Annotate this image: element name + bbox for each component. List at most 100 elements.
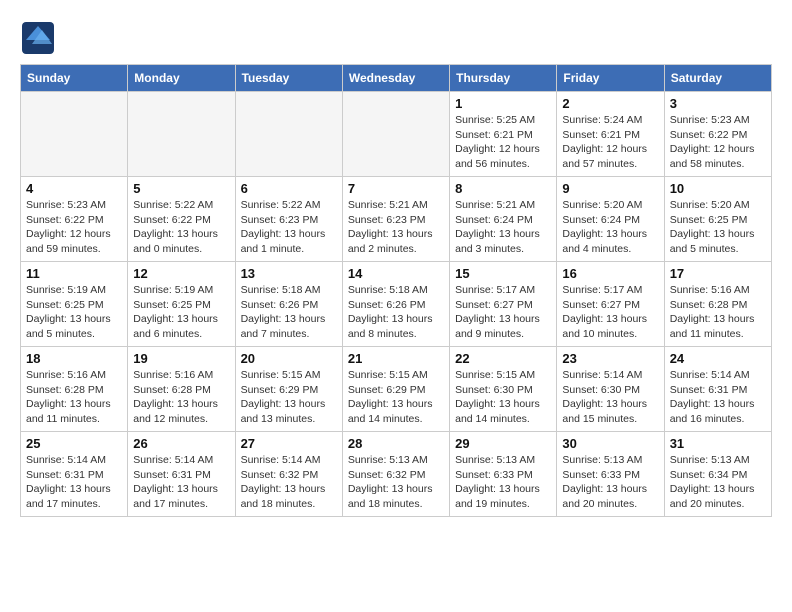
logo-icon bbox=[20, 20, 56, 56]
day-info: Sunrise: 5:17 AM Sunset: 6:27 PM Dayligh… bbox=[562, 283, 658, 342]
day-number: 7 bbox=[348, 181, 444, 196]
day-number: 25 bbox=[26, 436, 122, 451]
day-info: Sunrise: 5:16 AM Sunset: 6:28 PM Dayligh… bbox=[133, 368, 229, 427]
calendar-cell: 5 Sunrise: 5:22 AM Sunset: 6:22 PM Daylig… bbox=[128, 177, 235, 262]
day-number: 3 bbox=[670, 96, 766, 111]
calendar-cell: 14 Sunrise: 5:18 AM Sunset: 6:26 PM Dayli… bbox=[342, 262, 449, 347]
day-info: Sunrise: 5:25 AM Sunset: 6:21 PM Dayligh… bbox=[455, 113, 551, 172]
day-info: Sunrise: 5:14 AM Sunset: 6:30 PM Dayligh… bbox=[562, 368, 658, 427]
calendar-week-2: 11 Sunrise: 5:19 AM Sunset: 6:25 PM Dayli… bbox=[21, 262, 772, 347]
calendar-cell: 26 Sunrise: 5:14 AM Sunset: 6:31 PM Dayli… bbox=[128, 432, 235, 517]
calendar-week-3: 18 Sunrise: 5:16 AM Sunset: 6:28 PM Dayli… bbox=[21, 347, 772, 432]
day-number: 20 bbox=[241, 351, 337, 366]
calendar-cell: 7Sunrise: 5:21 AM Sunset: 6:23 PM Daylig… bbox=[342, 177, 449, 262]
day-number: 27 bbox=[241, 436, 337, 451]
calendar-week-0: 1 Sunrise: 5:25 AM Sunset: 6:21 PM Daylig… bbox=[21, 92, 772, 177]
calendar-week-1: 4Sunrise: 5:23 AM Sunset: 6:22 PM Daylig… bbox=[21, 177, 772, 262]
calendar-cell: 6Sunrise: 5:22 AM Sunset: 6:23 PM Daylig… bbox=[235, 177, 342, 262]
day-info: Sunrise: 5:14 AM Sunset: 6:31 PM Dayligh… bbox=[670, 368, 766, 427]
calendar-body: 1 Sunrise: 5:25 AM Sunset: 6:21 PM Daylig… bbox=[21, 92, 772, 517]
header-day-friday: Friday bbox=[557, 65, 664, 92]
day-number: 24 bbox=[670, 351, 766, 366]
calendar-cell: 18 Sunrise: 5:16 AM Sunset: 6:28 PM Dayli… bbox=[21, 347, 128, 432]
day-info: Sunrise: 5:15 AM Sunset: 6:29 PM Dayligh… bbox=[348, 368, 444, 427]
header-day-monday: Monday bbox=[128, 65, 235, 92]
day-number: 29 bbox=[455, 436, 551, 451]
day-number: 19 bbox=[133, 351, 229, 366]
day-info: Sunrise: 5:24 AM Sunset: 6:21 PM Dayligh… bbox=[562, 113, 658, 172]
day-info: Sunrise: 5:23 AM Sunset: 6:22 PM Dayligh… bbox=[670, 113, 766, 172]
calendar-cell: 1 Sunrise: 5:25 AM Sunset: 6:21 PM Daylig… bbox=[450, 92, 557, 177]
day-number: 31 bbox=[670, 436, 766, 451]
logo bbox=[20, 20, 60, 56]
calendar-cell: 21 Sunrise: 5:15 AM Sunset: 6:29 PM Dayli… bbox=[342, 347, 449, 432]
day-info: Sunrise: 5:23 AM Sunset: 6:22 PM Dayligh… bbox=[26, 198, 122, 257]
day-number: 16 bbox=[562, 266, 658, 281]
calendar-cell: 25Sunrise: 5:14 AM Sunset: 6:31 PM Dayli… bbox=[21, 432, 128, 517]
calendar-cell: 3 Sunrise: 5:23 AM Sunset: 6:22 PM Daylig… bbox=[664, 92, 771, 177]
calendar-cell: 29Sunrise: 5:13 AM Sunset: 6:33 PM Dayli… bbox=[450, 432, 557, 517]
header-row: SundayMondayTuesdayWednesdayThursdayFrid… bbox=[21, 65, 772, 92]
day-number: 15 bbox=[455, 266, 551, 281]
day-number: 17 bbox=[670, 266, 766, 281]
calendar-header: SundayMondayTuesdayWednesdayThursdayFrid… bbox=[21, 65, 772, 92]
header-day-saturday: Saturday bbox=[664, 65, 771, 92]
calendar-cell: 16 Sunrise: 5:17 AM Sunset: 6:27 PM Dayli… bbox=[557, 262, 664, 347]
day-number: 8 bbox=[455, 181, 551, 196]
day-number: 23 bbox=[562, 351, 658, 366]
day-number: 10 bbox=[670, 181, 766, 196]
day-number: 26 bbox=[133, 436, 229, 451]
day-info: Sunrise: 5:14 AM Sunset: 6:32 PM Dayligh… bbox=[241, 453, 337, 512]
calendar-cell bbox=[235, 92, 342, 177]
calendar-cell: 2 Sunrise: 5:24 AM Sunset: 6:21 PM Daylig… bbox=[557, 92, 664, 177]
day-info: Sunrise: 5:16 AM Sunset: 6:28 PM Dayligh… bbox=[26, 368, 122, 427]
day-info: Sunrise: 5:18 AM Sunset: 6:26 PM Dayligh… bbox=[348, 283, 444, 342]
header-day-tuesday: Tuesday bbox=[235, 65, 342, 92]
day-number: 11 bbox=[26, 266, 122, 281]
header-day-wednesday: Wednesday bbox=[342, 65, 449, 92]
day-info: Sunrise: 5:20 AM Sunset: 6:25 PM Dayligh… bbox=[670, 198, 766, 257]
day-info: Sunrise: 5:19 AM Sunset: 6:25 PM Dayligh… bbox=[26, 283, 122, 342]
day-info: Sunrise: 5:13 AM Sunset: 6:32 PM Dayligh… bbox=[348, 453, 444, 512]
day-info: Sunrise: 5:21 AM Sunset: 6:24 PM Dayligh… bbox=[455, 198, 551, 257]
calendar-cell: 17 Sunrise: 5:16 AM Sunset: 6:28 PM Dayli… bbox=[664, 262, 771, 347]
day-info: Sunrise: 5:13 AM Sunset: 6:33 PM Dayligh… bbox=[562, 453, 658, 512]
day-info: Sunrise: 5:15 AM Sunset: 6:30 PM Dayligh… bbox=[455, 368, 551, 427]
calendar-week-4: 25 Sunrise: 5:14 AM Sunset: 6:31 PM Dayli… bbox=[21, 432, 772, 517]
calendar-cell: 24 Sunrise: 5:14 AM Sunset: 6:31 PM Dayli… bbox=[664, 347, 771, 432]
calendar-cell bbox=[21, 92, 128, 177]
calendar-cell: 19 Sunrise: 5:16 AM Sunset: 6:28 PM Dayli… bbox=[128, 347, 235, 432]
calendar-cell: 31 Sunrise: 5:13 AM Sunset: 6:34 PM Dayli… bbox=[664, 432, 771, 517]
calendar-cell bbox=[342, 92, 449, 177]
calendar-cell: 15 Sunrise: 5:17 AM Sunset: 6:27 PM Dayli… bbox=[450, 262, 557, 347]
day-info: Sunrise: 5:17 AM Sunset: 6:27 PM Dayligh… bbox=[455, 283, 551, 342]
day-info: Sunrise: 5:18 AM Sunset: 6:26 PM Dayligh… bbox=[241, 283, 337, 342]
day-number: 12 bbox=[133, 266, 229, 281]
calendar-cell: 27 Sunrise: 5:14 AM Sunset: 6:32 PM Dayli… bbox=[235, 432, 342, 517]
day-info: Sunrise: 5:14 AM Sunset: 6:31 PM Dayligh… bbox=[133, 453, 229, 512]
day-info: Sunrise: 5:20 AM Sunset: 6:24 PM Dayligh… bbox=[562, 198, 658, 257]
day-info: Sunrise: 5:16 AM Sunset: 6:28 PM Dayligh… bbox=[670, 283, 766, 342]
calendar-cell: 13Sunrise: 5:18 AM Sunset: 6:26 PM Dayli… bbox=[235, 262, 342, 347]
calendar-table: SundayMondayTuesdayWednesdayThursdayFrid… bbox=[20, 64, 772, 517]
calendar-cell: 9 Sunrise: 5:20 AM Sunset: 6:24 PM Daylig… bbox=[557, 177, 664, 262]
calendar-cell: 4Sunrise: 5:23 AM Sunset: 6:22 PM Daylig… bbox=[21, 177, 128, 262]
calendar-cell: 28 Sunrise: 5:13 AM Sunset: 6:32 PM Dayli… bbox=[342, 432, 449, 517]
calendar-cell: 22Sunrise: 5:15 AM Sunset: 6:30 PM Dayli… bbox=[450, 347, 557, 432]
day-number: 5 bbox=[133, 181, 229, 196]
day-number: 9 bbox=[562, 181, 658, 196]
day-number: 1 bbox=[455, 96, 551, 111]
day-info: Sunrise: 5:13 AM Sunset: 6:34 PM Dayligh… bbox=[670, 453, 766, 512]
day-info: Sunrise: 5:22 AM Sunset: 6:22 PM Dayligh… bbox=[133, 198, 229, 257]
day-number: 30 bbox=[562, 436, 658, 451]
day-number: 21 bbox=[348, 351, 444, 366]
calendar-cell: 30 Sunrise: 5:13 AM Sunset: 6:33 PM Dayli… bbox=[557, 432, 664, 517]
day-number: 2 bbox=[562, 96, 658, 111]
calendar-cell: 8 Sunrise: 5:21 AM Sunset: 6:24 PM Daylig… bbox=[450, 177, 557, 262]
day-number: 28 bbox=[348, 436, 444, 451]
calendar-cell bbox=[128, 92, 235, 177]
day-info: Sunrise: 5:19 AM Sunset: 6:25 PM Dayligh… bbox=[133, 283, 229, 342]
day-info: Sunrise: 5:15 AM Sunset: 6:29 PM Dayligh… bbox=[241, 368, 337, 427]
day-number: 14 bbox=[348, 266, 444, 281]
day-number: 18 bbox=[26, 351, 122, 366]
